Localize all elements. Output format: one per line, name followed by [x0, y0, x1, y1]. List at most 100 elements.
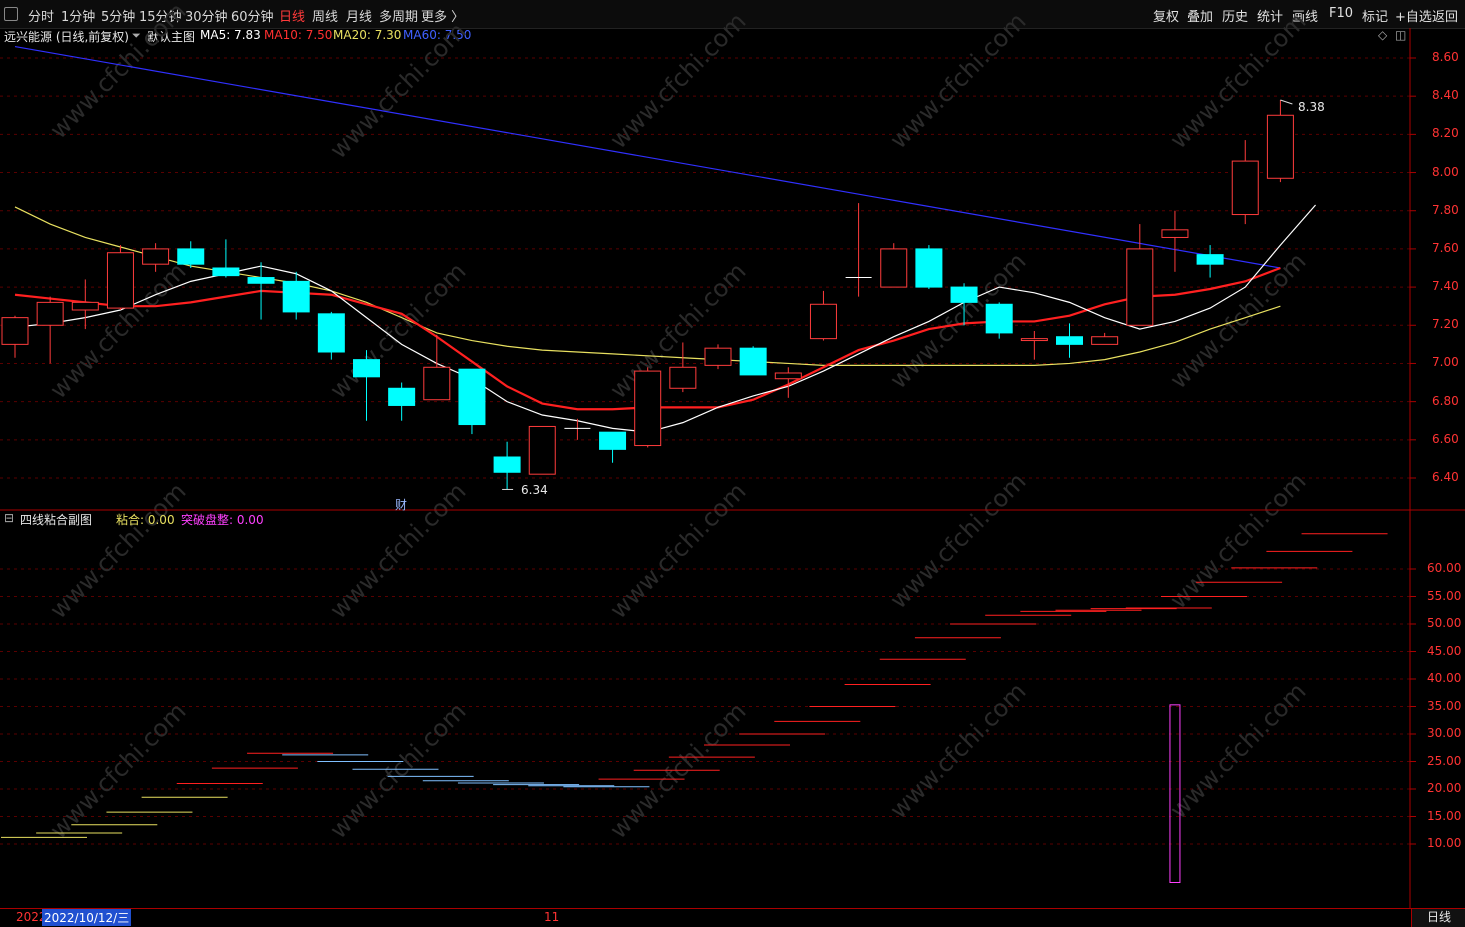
candle	[809, 290, 837, 341]
y-tick-label: 8.20	[1432, 126, 1459, 141]
candle-body	[36, 301, 64, 326]
watermark-text: www.cfchi.com	[324, 17, 471, 164]
sub-y-tick-label: 55.00	[1427, 588, 1462, 603]
sub-y-tick-label: 35.00	[1427, 698, 1462, 713]
candle	[599, 431, 627, 463]
candle-body	[317, 313, 345, 353]
candle-body	[106, 252, 134, 309]
candle-body	[669, 366, 697, 389]
y-tick-label: 7.80	[1432, 202, 1459, 217]
candle-body	[212, 267, 240, 277]
candle-body	[704, 347, 732, 366]
sub-y-tick-label: 45.00	[1427, 643, 1462, 658]
candle	[1126, 224, 1154, 326]
candle-body	[809, 303, 837, 340]
sub-y-tick-label: 60.00	[1427, 561, 1462, 575]
y-tick-label: 7.40	[1432, 279, 1459, 294]
watermark-text: www.cfchi.com	[884, 677, 1031, 824]
sub-chart-title[interactable]: 四线粘合副图	[20, 511, 92, 528]
candle	[317, 311, 345, 360]
candle-body	[1091, 336, 1119, 345]
sub-y-tick-label: 10.00	[1427, 836, 1462, 850]
candle-body	[177, 248, 205, 265]
y-tick-label: 6.80	[1432, 393, 1459, 408]
sub-chart-info: ⊟ 四线粘合副图 粘合: 0.00 突破盘整: 0.00	[0, 511, 600, 531]
candle	[36, 296, 64, 364]
candle	[423, 334, 451, 401]
sub-y-tick-label: 15.00	[1427, 808, 1462, 823]
candle	[1, 315, 29, 358]
month-label: 11	[544, 910, 560, 924]
sub-y-tick-label: 20.00	[1427, 781, 1462, 795]
candle	[388, 382, 416, 421]
sub-y-tick-label: 40.00	[1427, 671, 1462, 685]
watermark-text: www.cfchi.com	[44, 697, 191, 844]
y-tick-label: 8.00	[1432, 164, 1459, 179]
candle-body	[1266, 114, 1294, 179]
candle-body	[1056, 336, 1083, 345]
y-tick-label: 8.60	[1432, 50, 1459, 64]
y-tick-label: 7.20	[1432, 317, 1459, 332]
candle-body	[388, 387, 416, 406]
watermark-text: www.cfchi.com	[1164, 677, 1311, 824]
candle	[282, 271, 310, 320]
candle	[1091, 332, 1119, 345]
nianhe-label: 粘合: 0.00	[116, 513, 175, 527]
y-tick-label: 7.00	[1432, 355, 1459, 370]
watermark-text: www.cfchi.com	[884, 7, 1031, 154]
candle-body	[1020, 338, 1048, 342]
candle	[915, 245, 943, 289]
candle-body	[1196, 254, 1224, 265]
sub-collapse-icon[interactable]: ⊟	[4, 511, 14, 525]
sub-y-tick-label: 25.00	[1427, 753, 1462, 768]
period-tab-daily[interactable]: 日线	[1411, 909, 1465, 927]
candle-body	[353, 359, 380, 378]
tupo-label: 突破盘整: 0.00	[181, 513, 264, 527]
bottom-date-bar: 2022 2022/10/12/三 11 日线	[0, 908, 1465, 927]
candle	[739, 346, 767, 376]
candle-body	[71, 301, 99, 311]
watermark-text: www.cfchi.com	[1164, 467, 1311, 614]
watermark-text: www.cfchi.com	[604, 7, 751, 154]
ma-line	[14, 204, 1317, 433]
candle-body	[1, 317, 29, 345]
candle-body	[774, 372, 802, 380]
candle	[1196, 245, 1224, 278]
candle-body	[247, 277, 275, 284]
candle	[880, 243, 908, 288]
candle-body	[915, 248, 943, 288]
candle	[71, 279, 99, 330]
candle-body	[1161, 229, 1189, 238]
y-tick-label: 8.40	[1432, 88, 1459, 103]
candle-body	[950, 286, 978, 303]
candle	[1231, 140, 1259, 225]
low-price-label: 6.34	[521, 483, 548, 497]
candle-body	[1231, 160, 1259, 216]
candle-body	[282, 280, 310, 313]
high-price-label: 8.38	[1298, 100, 1325, 114]
candle	[1020, 331, 1048, 360]
candle	[985, 302, 1013, 339]
chart-canvas[interactable]: www.cfchi.com www.cfchi.com www.cfchi.com w…	[0, 0, 1465, 926]
y-tick-label: 6.60	[1432, 431, 1459, 446]
candle	[1266, 100, 1294, 183]
candle	[845, 203, 872, 297]
candle-body	[528, 425, 556, 475]
y-tick-label: 6.40	[1432, 470, 1459, 484]
candle-body	[880, 248, 908, 288]
candle	[564, 418, 591, 440]
candle-body	[985, 303, 1013, 334]
candle	[212, 239, 240, 278]
high-arrow	[1280, 99, 1293, 105]
candle-body	[458, 368, 486, 426]
ma60-line	[14, 45, 1281, 269]
watermark-text: www.cfchi.com	[324, 697, 471, 844]
candle	[177, 241, 205, 268]
y-tick-label: 7.60	[1432, 240, 1459, 255]
candle-body	[634, 370, 662, 447]
candle-body	[599, 431, 627, 450]
watermark-text: www.cfchi.com	[884, 467, 1031, 614]
candle-body	[142, 248, 170, 265]
watermark-text: www.cfchi.com	[1164, 247, 1311, 394]
candle	[704, 344, 732, 370]
